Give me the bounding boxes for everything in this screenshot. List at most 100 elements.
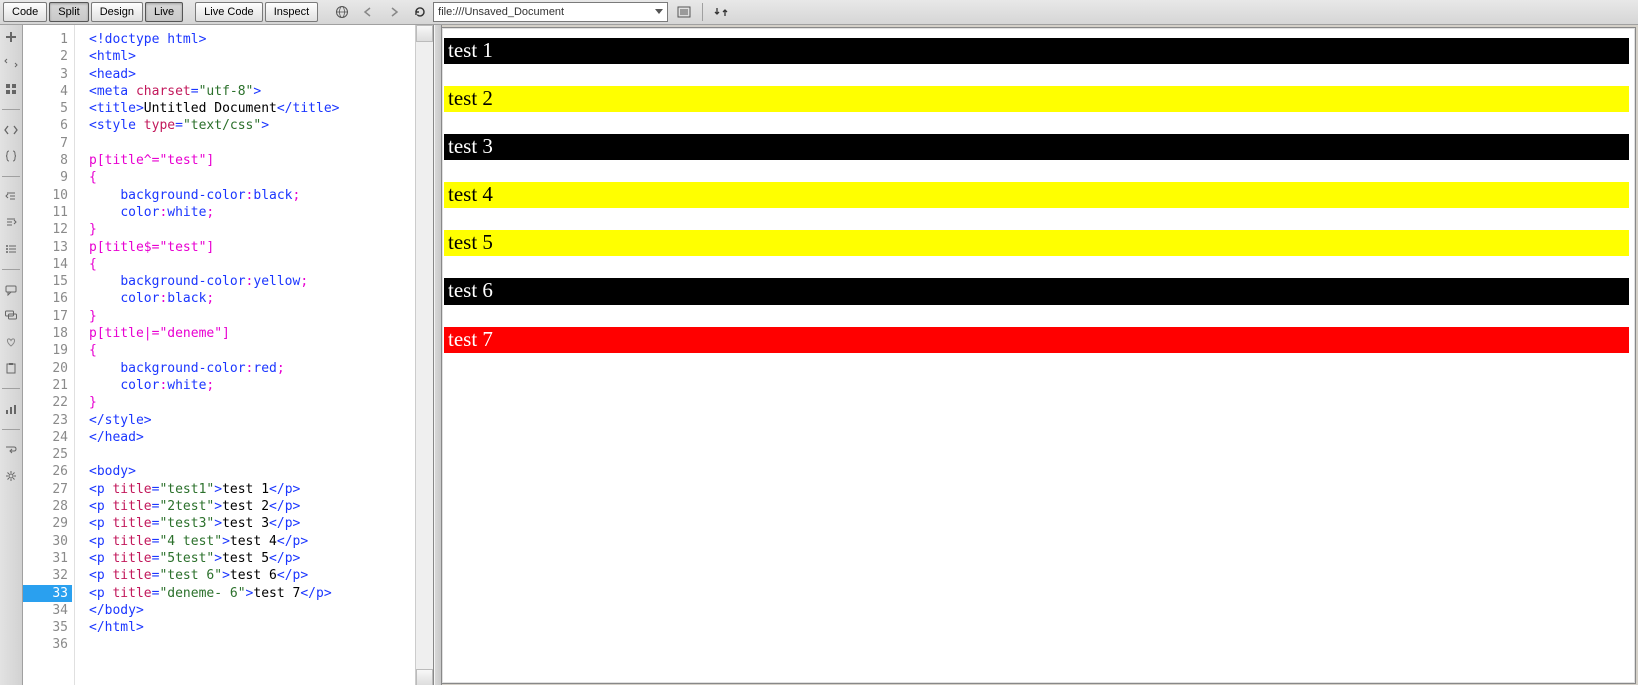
code-line[interactable] [89,636,415,653]
panel-splitter[interactable] [434,25,442,685]
code-line[interactable]: <title>Untitled Document</title> [89,100,415,117]
code-line[interactable]: </html> [89,619,415,636]
indent-right-icon[interactable] [3,215,19,231]
code-toolbar-strip [0,25,23,685]
line-number: 2 [23,48,68,65]
code-line[interactable]: background-color:black; [89,187,415,204]
line-number: 17 [23,308,68,325]
code-scrollbar[interactable] [415,25,433,685]
code-line[interactable]: p[title^="test"] [89,152,415,169]
code-line[interactable]: { [89,256,415,273]
clipboard-icon[interactable] [3,360,19,376]
code-line[interactable]: { [89,342,415,359]
code-line[interactable] [89,135,415,152]
line-number: 29 [23,515,68,532]
line-number: 5 [23,100,68,117]
code-line[interactable]: background-color:yellow; [89,273,415,290]
globe-icon[interactable] [332,2,352,22]
code-line[interactable]: </style> [89,412,415,429]
nav-back-icon[interactable] [358,2,378,22]
workspace: 1234567891011121314151617181920212223242… [0,25,1638,685]
design-view-button[interactable]: Design [91,2,143,22]
line-number: 18 [23,325,68,342]
code-line[interactable]: <p title="4 test">test 4</p> [89,533,415,550]
code-line[interactable]: color:white; [89,204,415,221]
code-view-button[interactable]: Code [3,2,47,22]
code-line[interactable]: <body> [89,463,415,480]
list-ul-icon[interactable] [3,241,19,257]
nav-forward-icon[interactable] [384,2,404,22]
code-editor-panel: 1234567891011121314151617181920212223242… [23,25,434,685]
line-number: 33 [23,585,72,602]
line-number: 23 [23,412,68,429]
settings-icon[interactable] [3,468,19,484]
code-line[interactable]: <p title="2test">test 2</p> [89,498,415,515]
code-line[interactable]: </head> [89,429,415,446]
code-line[interactable]: color:black; [89,290,415,307]
code-line[interactable] [89,446,415,463]
line-number: 34 [23,602,68,619]
preview-paragraph: test 1 [444,38,1629,64]
live-view-button[interactable]: Live [145,2,183,22]
code-line[interactable]: background-color:red; [89,360,415,377]
line-number: 7 [23,135,68,152]
split-view-button[interactable]: Split [49,2,88,22]
preview-body: test 1test 2test 3test 4test 5test 6test… [442,28,1635,381]
preview-paragraph: test 4 [444,182,1629,208]
code-line[interactable]: } [89,308,415,325]
code-line[interactable]: } [89,221,415,238]
code-line[interactable]: <html> [89,48,415,65]
braces-icon[interactable] [3,148,19,164]
view-mode-group: Code Split Design Live [2,2,184,22]
line-number: 36 [23,636,68,653]
line-number: 4 [23,83,68,100]
collapse-icon[interactable] [3,29,19,45]
live-code-button[interactable]: Live Code [195,2,263,22]
code-line[interactable]: <p title="test3">test 3</p> [89,515,415,532]
grid-icon[interactable] [3,81,19,97]
code-line[interactable]: <style type="text/css"> [89,117,415,134]
code-line[interactable]: <p title="test1">test 1</p> [89,481,415,498]
list-icon[interactable] [674,2,694,22]
code-line[interactable]: <!doctype html> [89,31,415,48]
address-dropdown-icon[interactable] [655,9,663,15]
live-tools-group: Live Code Inspect [194,2,319,22]
comments-icon[interactable] [3,308,19,324]
code-line[interactable]: <head> [89,66,415,83]
refresh-icon[interactable] [410,2,430,22]
code-line[interactable]: <p title="5test">test 5</p> [89,550,415,567]
line-number: 35 [23,619,68,636]
code-line[interactable]: <p title="test 6">test 6</p> [89,567,415,584]
preview-paragraph: test 6 [444,278,1629,304]
document-toolbar: Code Split Design Live Live Code Inspect… [0,0,1638,25]
wrap-icon[interactable] [3,442,19,458]
line-number: 32 [23,567,68,584]
code-line[interactable]: <meta charset="utf-8"> [89,83,415,100]
live-preview-panel: test 1test 2test 3test 4test 5test 6test… [442,27,1636,684]
address-bar[interactable]: file:///Unsaved_Document [433,2,668,22]
inspect-button[interactable]: Inspect [265,2,318,22]
code-line[interactable]: color:white; [89,377,415,394]
code-line[interactable]: } [89,394,415,411]
line-number: 13 [23,239,68,256]
line-number: 12 [23,221,68,238]
code-line[interactable]: { [89,169,415,186]
code-area[interactable]: <!doctype html><html><head><meta charset… [75,25,415,685]
heart-icon[interactable] [3,334,19,350]
line-number: 11 [23,204,68,221]
code-line[interactable]: p[title|="deneme"] [89,325,415,342]
line-number-gutter: 1234567891011121314151617181920212223242… [23,25,75,685]
tag-icon[interactable] [3,122,19,138]
arrows-icon[interactable] [3,55,19,71]
chart-icon[interactable] [3,401,19,417]
comment-icon[interactable] [3,282,19,298]
code-line[interactable]: <p title="deneme- 6">test 7</p> [89,585,415,602]
line-number: 28 [23,498,68,515]
code-line[interactable]: </body> [89,602,415,619]
preview-paragraph: test 7 [444,327,1629,353]
line-number: 21 [23,377,68,394]
sync-arrows-icon[interactable] [711,2,731,22]
indent-left-icon[interactable] [3,189,19,205]
code-line[interactable]: p[title$="test"] [89,239,415,256]
line-number: 15 [23,273,68,290]
